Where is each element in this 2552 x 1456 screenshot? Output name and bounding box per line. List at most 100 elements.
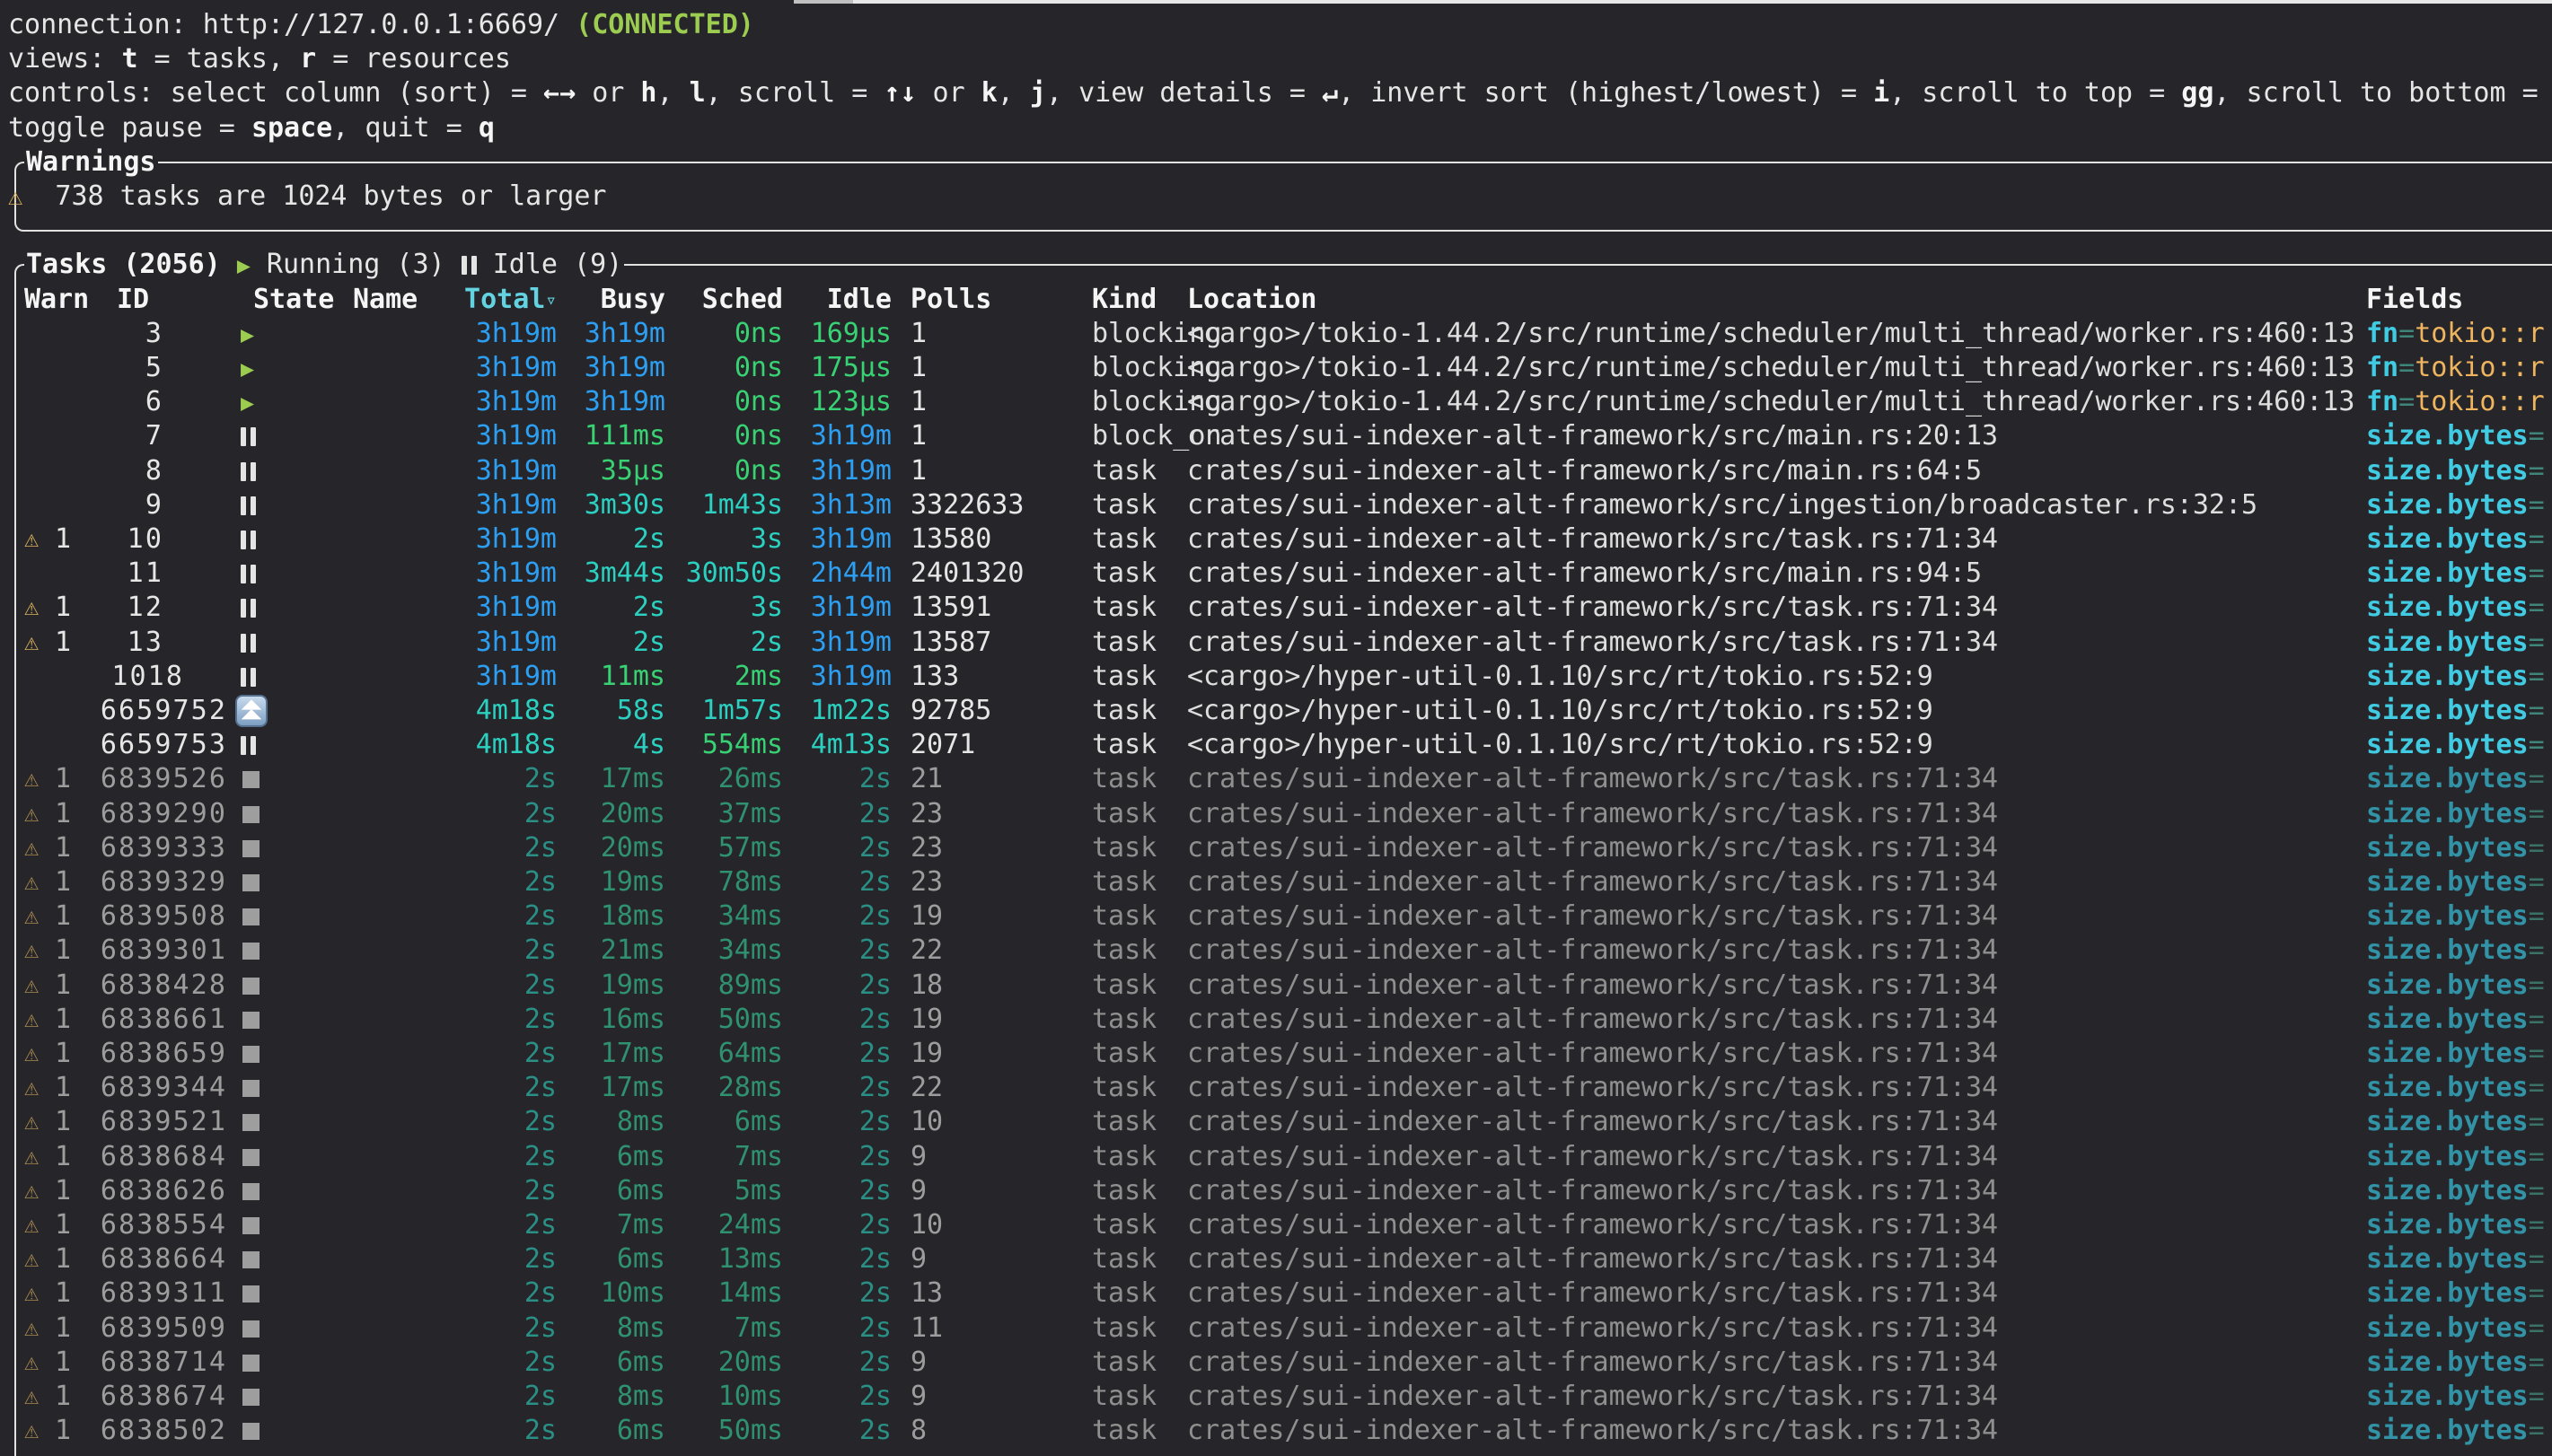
field-equals: = [2398,386,2415,417]
cell-polls: 10 [911,1105,943,1139]
cell-busy: 111ms [566,419,665,453]
state-done-icon [235,1208,271,1242]
cell-sched: 37ms [673,797,783,831]
field-key: size.bytes [2366,969,2529,1001]
cell-task-id: 6838659 [0,1037,227,1071]
col-header-kind[interactable]: Kind [1092,283,1157,317]
table-row[interactable]: ⚠168395212s8ms6ms2s10taskcrates/sui-inde… [0,1105,2552,1139]
cell-polls: 13591 [911,591,991,625]
table-row[interactable]: ⚠1133h19m2s2s3h19m13587taskcrates/sui-in… [0,626,2552,660]
cell-fields: size.bytes= [2366,1380,2545,1414]
cell-task-id: 6838502 [0,1414,227,1448]
table-row[interactable]: ⚠168386842s6ms7ms2s9taskcrates/sui-index… [0,1140,2552,1174]
cell-idle: 2s [790,762,892,796]
cell-task-id: 6839508 [0,899,227,934]
table-row[interactable]: ⚠1103h19m2s3s3h19m13580taskcrates/sui-in… [0,522,2552,557]
table-row[interactable]: ⚠168393442s17ms28ms2s22taskcrates/sui-in… [0,1071,2552,1105]
table-row[interactable]: ⚠168386742s8ms10ms2s9taskcrates/sui-inde… [0,1380,2552,1414]
cell-location: crates/sui-indexer-alt-framework/src/mai… [1187,419,1998,453]
cell-kind: task [1092,488,1157,522]
cell-fields: size.bytes= [2366,1276,2545,1311]
table-row[interactable]: ⚠168386592s17ms64ms2s19taskcrates/sui-in… [0,1037,2552,1071]
cell-fields: size.bytes= [2366,1003,2545,1037]
table-row[interactable]: ⚠168393112s10ms14ms2s13taskcrates/sui-in… [0,1276,2552,1311]
table-row[interactable]: ⚠168395262s17ms26ms2s21taskcrates/sui-in… [0,762,2552,796]
table-row[interactable]: ⚠168393292s19ms78ms2s23taskcrates/sui-in… [0,865,2552,899]
cell-fields: size.bytes= [2366,969,2545,1003]
cell-location: crates/sui-indexer-alt-framework/src/mai… [1187,557,1982,591]
table-row[interactable]: ⚠168386612s16ms50ms2s19taskcrates/sui-in… [0,1003,2552,1037]
cell-total: 2s [404,899,557,934]
field-key: size.bytes [2366,798,2529,829]
cell-busy: 17ms [566,1071,665,1105]
table-row[interactable]: ⚠168384282s19ms89ms2s18taskcrates/sui-in… [0,969,2552,1003]
field-key: size.bytes [2366,1141,2529,1172]
table-row[interactable]: ⚠168386642s6ms13ms2s9taskcrates/sui-inde… [0,1242,2552,1276]
cell-fields: size.bytes= [2366,1346,2545,1380]
state-done-icon [235,1174,271,1208]
field-key: size.bytes [2366,832,2529,864]
cell-idle: 2s [790,1311,892,1346]
table-row[interactable]: 83h19m35µs0ns3h19m1taskcrates/sui-indexe… [0,454,2552,488]
cell-idle: 2s [790,1346,892,1380]
cell-task-id: 6839301 [0,934,227,968]
table-row[interactable]: ⚠168395082s18ms34ms2s19taskcrates/sui-in… [0,899,2552,934]
cell-polls: 9 [911,1242,927,1276]
table-row[interactable]: 6▶3h19m3h19m0ns123µs1blocking<cargo>/tok… [0,385,2552,419]
table-row[interactable]: 113h19m3m44s30m50s2h44m2401320taskcrates… [0,557,2552,591]
key-hint: k [981,77,998,109]
header-text: toggle pause = [8,112,251,144]
cell-location: crates/sui-indexer-alt-framework/src/tas… [1187,591,1998,625]
table-row[interactable]: ⚠1123h19m2s3s3h19m13591taskcrates/sui-in… [0,591,2552,625]
table-row[interactable]: ⚠168385022s6ms50ms2s8taskcrates/sui-inde… [0,1414,2552,1448]
field-key: size.bytes [2366,1243,2529,1275]
col-header-state[interactable]: State [253,283,334,317]
table-row[interactable]: 93h19m3m30s1m43s3h13m3322633taskcrates/s… [0,488,2552,522]
cell-sched: 554ms [673,728,783,762]
table-row[interactable]: ⚠168395092s8ms7ms2s11taskcrates/sui-inde… [0,1311,2552,1346]
table-row[interactable]: 73h19m111ms0ns3h19m1block_oncrates/sui-i… [0,419,2552,453]
cell-polls: 1 [911,351,927,385]
table-row[interactable]: 5▶3h19m3h19m0ns175µs1blocking<cargo>/tok… [0,351,2552,385]
cell-sched: 7ms [673,1140,783,1174]
cell-idle: 2s [790,1242,892,1276]
cell-location: crates/sui-indexer-alt-framework/src/tas… [1187,1105,1998,1139]
table-row[interactable]: 10183h19m11ms2ms3h19m133task<cargo>/hype… [0,660,2552,694]
warning-text [22,180,55,212]
cell-fields: size.bytes= [2366,1071,2545,1105]
table-row[interactable]: ⚠168386262s6ms5ms2s9taskcrates/sui-index… [0,1174,2552,1208]
field-equals: = [2529,866,2545,898]
window-edge-strip [853,0,2552,4]
col-header-sched[interactable]: Sched [673,283,783,317]
col-header-polls[interactable]: Polls [911,283,991,317]
cell-fields: size.bytes= [2366,522,2545,557]
table-row[interactable]: ⚠168393012s21ms34ms2s22taskcrates/sui-in… [0,934,2552,968]
cell-kind: task [1092,1380,1157,1414]
cell-polls: 23 [911,865,943,899]
col-header-warn[interactable]: Warn [24,283,89,317]
table-row[interactable]: ⚠168392902s20ms37ms2s23taskcrates/sui-in… [0,797,2552,831]
table-row[interactable]: ⚠168387142s6ms20ms2s9taskcrates/sui-inde… [0,1346,2552,1380]
state-done-icon [235,1276,271,1311]
col-header-idle[interactable]: Idle [790,283,892,317]
cell-kind: task [1092,522,1157,557]
table-row[interactable]: 66597534m18s4s554ms4m13s2071task<cargo>/… [0,728,2552,762]
col-header-location[interactable]: Location [1187,283,1317,317]
cell-polls: 9 [911,1140,927,1174]
col-header-total[interactable]: Total▿ [404,283,557,317]
table-row[interactable]: ⚠168393332s20ms57ms2s23taskcrates/sui-in… [0,831,2552,865]
cell-polls: 3322633 [911,488,1024,522]
col-header-id[interactable]: ID [117,283,149,317]
cell-sched: 34ms [673,934,783,968]
cell-kind: task [1092,1276,1157,1311]
col-header-fields[interactable]: Fields [2366,283,2463,317]
table-row[interactable]: 3▶3h19m3h19m0ns169µs1blocking<cargo>/tok… [0,317,2552,351]
cell-fields: size.bytes= [2366,831,2545,865]
table-row[interactable]: 66597524m18s58s1m57s1m22s92785task<cargo… [0,694,2552,728]
col-header-busy[interactable]: Busy [566,283,665,317]
cell-location: crates/sui-indexer-alt-framework/src/ing… [1187,488,2257,522]
cell-sched: 0ns [673,385,783,419]
table-row[interactable]: ⚠168385542s7ms24ms2s10taskcrates/sui-ind… [0,1208,2552,1242]
field-equals: = [2529,455,2545,487]
state-done-icon [235,1311,271,1346]
